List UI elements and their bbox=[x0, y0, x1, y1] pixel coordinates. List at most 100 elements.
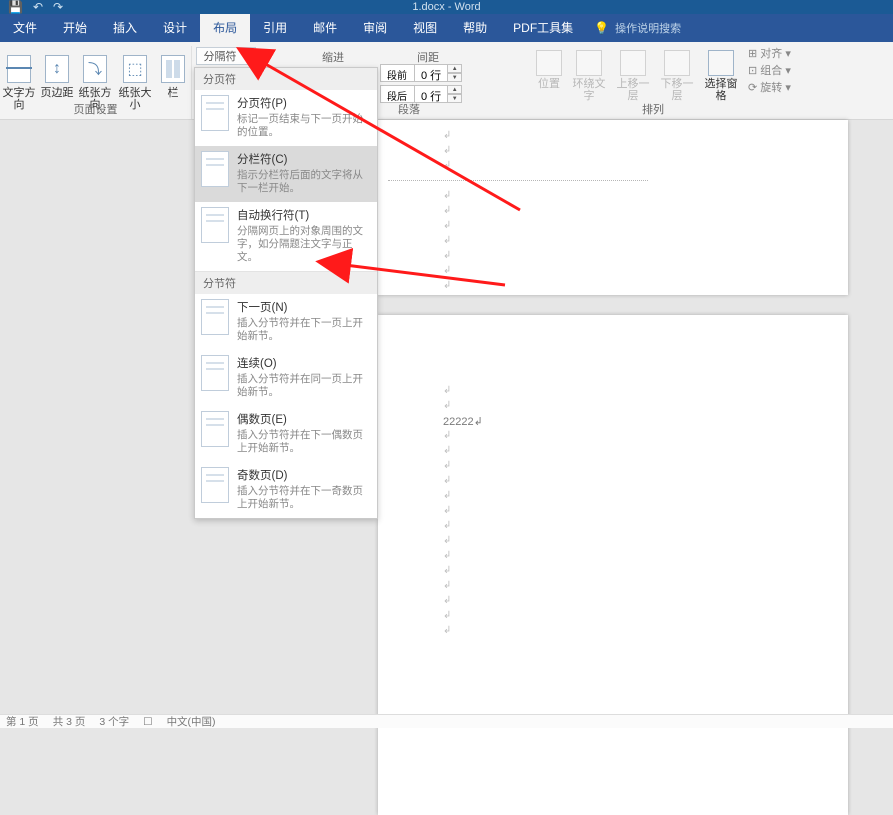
spacing-before-spinner[interactable]: ▲▼ bbox=[448, 64, 462, 82]
menu-item-page-break[interactable]: 分页符(P) 标记一页结束与下一页开始的位置。 bbox=[195, 90, 377, 146]
align-button: ⊞ 对齐 ▾ bbox=[748, 46, 791, 63]
odd-page-desc: 插入分节符并在下一奇数页上开始新节。 bbox=[237, 485, 371, 511]
margins-button[interactable]: 页边距 bbox=[40, 52, 74, 99]
status-language[interactable]: 中文(中国) bbox=[167, 714, 216, 729]
menu-item-next-page[interactable]: 下一页(N) 插入分节符并在下一页上开始新节。 bbox=[195, 294, 377, 350]
para-mark: ↲ bbox=[443, 430, 451, 441]
text-direction-icon bbox=[7, 55, 31, 83]
selection-pane-button[interactable]: 选择窗格 bbox=[702, 50, 740, 102]
status-bar: 第 1 页 共 3 页 3 个字 ☐ 中文(中国) bbox=[0, 714, 893, 728]
arrange-group-label: 排列 bbox=[642, 101, 664, 117]
spacing-before-input[interactable]: 0 行 bbox=[414, 64, 448, 82]
backward-icon bbox=[664, 50, 690, 76]
ribbon: 文字方向 页边距 纸张方向 纸张大小 栏 页面设置 分隔符 缩进 间距 段前 0… bbox=[0, 42, 893, 120]
position-icon bbox=[536, 50, 562, 76]
spacing-before-row: 段前 0 行 ▲▼ bbox=[380, 64, 462, 82]
columns-button[interactable]: 栏 bbox=[156, 52, 190, 99]
document-area[interactable]: ↲ ↲ ↲ ↲ ↲ ↲ ↲ ↲ ↲ ↲ ↲ ↲ 22222↲ ↲ ↲ ↲ ↲ ↲… bbox=[0, 120, 893, 714]
tab-help[interactable]: 帮助 bbox=[450, 14, 500, 42]
section-breaks-header: 分节符 bbox=[195, 271, 377, 294]
tab-home[interactable]: 开始 bbox=[50, 14, 100, 42]
para-mark: ↲ bbox=[443, 400, 451, 411]
tab-mailings[interactable]: 邮件 bbox=[300, 14, 350, 42]
odd-page-icon bbox=[201, 467, 229, 503]
document-text: 22222↲ bbox=[443, 415, 483, 428]
para-mark: ↲ bbox=[443, 535, 451, 546]
para-mark: ↲ bbox=[443, 520, 451, 531]
wrap-button: 环绕文字 bbox=[570, 50, 608, 102]
selection-pane-icon bbox=[708, 50, 734, 76]
status-proofing-icon[interactable]: ☐ bbox=[143, 716, 152, 728]
position-label: 位置 bbox=[530, 78, 568, 90]
even-page-title: 偶数页(E) bbox=[237, 411, 371, 427]
spacing-after-spinner[interactable]: ▲▼ bbox=[448, 85, 462, 103]
status-word-count[interactable]: 3 个字 bbox=[99, 714, 129, 729]
para-mark: ↲ bbox=[443, 550, 451, 561]
next-page-desc: 插入分节符并在下一页上开始新节。 bbox=[237, 317, 371, 343]
bring-forward-button: 上移一层 bbox=[614, 50, 652, 102]
tab-references[interactable]: 引用 bbox=[250, 14, 300, 42]
breaks-dropdown-button[interactable]: 分隔符 bbox=[196, 47, 256, 65]
para-mark: ↲ bbox=[443, 565, 451, 576]
continuous-title: 连续(O) bbox=[237, 355, 371, 371]
menu-item-even-page[interactable]: 偶数页(E) 插入分节符并在下一偶数页上开始新节。 bbox=[195, 406, 377, 462]
even-page-icon bbox=[201, 411, 229, 447]
spacing-header-label: 间距 bbox=[417, 49, 439, 65]
size-icon bbox=[123, 55, 147, 83]
page-2[interactable]: ↲ ↲ 22222↲ ↲ ↲ ↲ ↲ ↲ ↲ ↲ ↲ ↲ ↲ ↲ ↲ ↲ ↲ bbox=[378, 315, 848, 815]
columns-label: 栏 bbox=[156, 87, 190, 99]
save-icon[interactable]: 💾 bbox=[8, 0, 23, 14]
continuous-desc: 插入分节符并在同一页上开始新节。 bbox=[237, 373, 371, 399]
page-break-desc: 标记一页结束与下一页开始的位置。 bbox=[237, 113, 371, 139]
rotate-button: ⟳ 旋转 ▾ bbox=[748, 80, 791, 97]
tab-layout[interactable]: 布局 bbox=[200, 14, 250, 42]
forward-icon bbox=[620, 50, 646, 76]
align-group: ⊞ 对齐 ▾ ⊡ 组合 ▾ ⟳ 旋转 ▾ bbox=[748, 46, 791, 97]
menu-item-text-wrap[interactable]: 自动换行符(T) 分隔网页上的对象周围的文字，如分隔题注文字与正文。 bbox=[195, 202, 377, 271]
send-backward-button: 下移一层 bbox=[658, 50, 696, 102]
para-mark: ↲ bbox=[443, 145, 451, 156]
para-mark: ↲ bbox=[443, 460, 451, 471]
backward-label: 下移一层 bbox=[658, 78, 696, 102]
undo-icon[interactable]: ↶ bbox=[33, 0, 43, 14]
menu-item-odd-page[interactable]: 奇数页(D) 插入分节符并在下一奇数页上开始新节。 bbox=[195, 462, 377, 518]
page-break-title: 分页符(P) bbox=[237, 95, 371, 111]
para-mark: ↲ bbox=[443, 205, 451, 216]
redo-icon[interactable]: ↷ bbox=[53, 0, 63, 14]
selection-pane-label: 选择窗格 bbox=[702, 78, 740, 102]
paragraph-group-label: 段落 bbox=[398, 101, 420, 117]
para-mark: ↲ bbox=[443, 235, 451, 246]
text-wrap-title: 自动换行符(T) bbox=[237, 207, 371, 223]
column-break-icon bbox=[201, 151, 229, 187]
para-mark: ↲ bbox=[443, 130, 451, 141]
title-bar: 💾 ↶ ↷ 1.docx - Word bbox=[0, 0, 893, 14]
para-mark: ↲ bbox=[443, 190, 451, 201]
para-mark: ↲ bbox=[443, 475, 451, 486]
tab-review[interactable]: 审阅 bbox=[350, 14, 400, 42]
para-mark: ↲ bbox=[443, 610, 451, 621]
group-button: ⊡ 组合 ▾ bbox=[748, 63, 791, 80]
breaks-label: 分隔符 bbox=[204, 48, 237, 64]
menu-item-column-break[interactable]: 分栏符(C) 指示分栏符后面的文字将从下一栏开始。 bbox=[195, 146, 377, 202]
wrap-label: 环绕文字 bbox=[570, 78, 608, 102]
para-mark: ↲ bbox=[443, 220, 451, 231]
section-break-indicator bbox=[388, 180, 648, 181]
para-mark: ↲ bbox=[443, 445, 451, 456]
tab-pdf[interactable]: PDF工具集 bbox=[500, 14, 586, 42]
spacing-after-row: 段后 0 行 ▲▼ bbox=[380, 85, 462, 103]
menu-item-continuous[interactable]: 连续(O) 插入分节符并在同一页上开始新节。 bbox=[195, 350, 377, 406]
tab-insert[interactable]: 插入 bbox=[100, 14, 150, 42]
tab-view[interactable]: 视图 bbox=[400, 14, 450, 42]
bulb-icon: 💡 bbox=[594, 21, 609, 35]
page-1[interactable]: ↲ ↲ ↲ ↲ ↲ ↲ ↲ ↲ ↲ ↲ bbox=[378, 120, 848, 295]
tell-me[interactable]: 💡 操作说明搜索 bbox=[594, 20, 681, 36]
text-wrap-icon bbox=[201, 207, 229, 243]
status-page[interactable]: 第 1 页 bbox=[6, 714, 39, 729]
document-title: 1.docx - Word bbox=[412, 1, 480, 13]
position-button: 位置 bbox=[530, 50, 568, 90]
ribbon-tabs: 文件 开始 插入 设计 布局 引用 邮件 审阅 视图 帮助 PDF工具集 💡 操… bbox=[0, 14, 893, 42]
tab-design[interactable]: 设计 bbox=[150, 14, 200, 42]
wrap-icon bbox=[576, 50, 602, 76]
tab-file[interactable]: 文件 bbox=[0, 14, 50, 42]
margins-label: 页边距 bbox=[40, 87, 74, 99]
